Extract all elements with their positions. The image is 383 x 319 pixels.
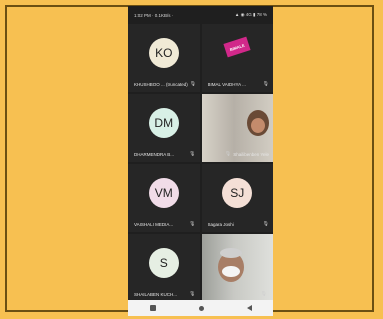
mic-muted-icon: 🎙 [189,151,196,157]
back-icon[interactable] [246,305,252,311]
participant-name: VAISHALI MEDIA... 🎙 [134,221,196,227]
status-bar: 1:02 PM · 0.1KB/s · ▲ ◉ 4G ▮ 78 % [128,6,273,24]
face-avatar [250,118,265,133]
mic-muted-icon: 🎙 [189,81,196,87]
status-right: ▲ ◉ 4G ▮ 78 % [234,12,267,17]
participant-tile[interactable]: KO KHUSHBOO ... (truncated) 🎙 [128,24,200,92]
avatar: VM [148,178,179,208]
avatar: SJ [222,178,253,208]
participant-name: DHARMENDRA B... 🎙 [134,151,196,157]
participant-tile[interactable]: S SHAILABEN KUCH... 🎙 [128,234,200,302]
participant-name: Sagara Joshi 🎙 [207,221,270,227]
participant-name: 🎙 Shailibenben Yele [224,151,269,157]
participant-tile[interactable]: BIMALE BIMAL VAIDHYA ... 🎙 [201,24,273,92]
mic-muted-icon: 🎙 [262,221,269,227]
participant-tile[interactable]: SJ Sagara Joshi 🎙 [201,164,273,232]
participant-video-tile[interactable]: 🎙 Shailibenben Yele [201,94,273,162]
avatar: KO [148,38,179,68]
mic-muted-icon: 🎙 [262,81,269,87]
android-nav-bar [128,300,273,316]
participant-video-tile[interactable]: 🎙 [201,234,273,302]
mic-muted-icon: 🎙 [224,151,232,157]
recent-apps-icon[interactable] [149,305,156,311]
mic-muted-icon: 🎙 [189,291,196,297]
badge-logo: BIMALE [223,36,251,58]
avatar: S [148,248,179,278]
participant-name: BIMAL VAIDHYA ... 🎙 [207,81,270,87]
participant-tile[interactable]: VM VAISHALI MEDIA... 🎙 [128,164,200,232]
participant-grid: KO KHUSHBOO ... (truncated) 🎙 BIMALE BIM… [128,24,273,302]
participant-tile[interactable]: DM DHARMENDRA B... 🎙 [128,94,200,162]
hair [219,248,242,258]
participant-name: SHAILABEN KUCH... 🎙 [134,291,196,297]
participant-name: KHUSHBOO ... (truncated) 🎙 [134,81,196,87]
status-left: 1:02 PM · 0.1KB/s · [134,12,174,18]
mask [221,266,240,277]
home-icon[interactable] [198,305,204,311]
phone-screen: 1:02 PM · 0.1KB/s · ▲ ◉ 4G ▮ 78 % KO KHU… [128,6,273,316]
avatar: DM [148,108,179,138]
mic-muted-icon: 🎙 [189,221,196,227]
participant-name: 🎙 [208,291,270,297]
mic-muted-icon: 🎙 [260,291,267,297]
